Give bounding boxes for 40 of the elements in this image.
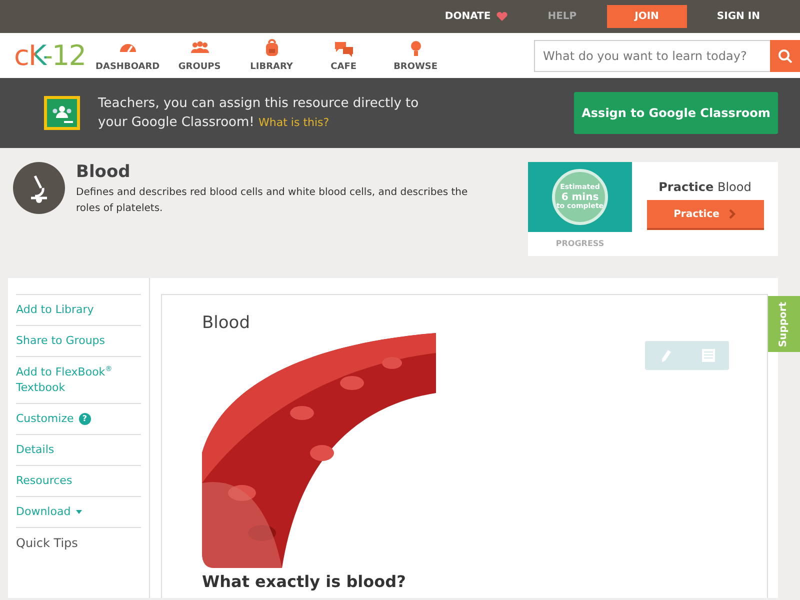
- classroom-icon: [44, 96, 80, 130]
- sidebar-heading: Quick Tips: [16, 535, 78, 552]
- sidebar-link[interactable]: Add to Library: [16, 302, 94, 318]
- assign-button[interactable]: Assign to Google Classroom: [574, 92, 778, 134]
- lesson-title: Blood: [202, 313, 251, 333]
- chevron-icon: [729, 209, 736, 219]
- sidebar-link[interactable]: Resources: [16, 473, 72, 490]
- practice-title: Practice Blood: [658, 180, 752, 194]
- section-heading: What exactly is blood?: [202, 572, 407, 591]
- join-button[interactable]: JOIN: [606, 5, 687, 28]
- caret-icon[interactable]: [76, 510, 82, 514]
- pencil-icon: [660, 349, 672, 362]
- search-button[interactable]: [770, 40, 800, 72]
- sidebar-link[interactable]: Download: [16, 504, 71, 520]
- support-tab[interactable]: Support: [768, 296, 800, 352]
- nav-item[interactable]: LIBRARY: [236, 39, 308, 72]
- banner-message: Teachers, you can assign this resource directly to your Google Classroom! What is this?: [98, 94, 420, 132]
- help-badge[interactable]: ?: [78, 413, 91, 426]
- top-link[interactable]: DONATE: [424, 5, 528, 28]
- practice-button[interactable]: Practice: [646, 200, 764, 230]
- what-is-this-link[interactable]: What is this?: [258, 116, 330, 129]
- concept-title: Blood: [76, 162, 132, 182]
- sidebar-link[interactable]: Add to FlexBook$^{®}$ Textbook: [16, 364, 141, 396]
- top-link[interactable]: HELP: [528, 5, 597, 28]
- nav-item[interactable]: CAFE: [308, 39, 380, 72]
- sidebar-link[interactable]: Customize: [16, 411, 74, 428]
- chat-bubbles-icon: [334, 39, 354, 57]
- concept-description: Defines and describes red blood cells and white blood cells, and describes the roles of platelets.: [76, 186, 469, 216]
- nav-item[interactable]: BROWSE: [380, 39, 452, 72]
- top-link[interactable]: SIGN IN: [696, 5, 780, 28]
- progress-label: PROGRESS: [554, 239, 606, 248]
- sidebar-link[interactable]: Share to Groups: [16, 332, 105, 349]
- notes-icon: [702, 349, 714, 362]
- nav-item[interactable]: GROUPS: [164, 39, 236, 72]
- microscope-icon: [13, 162, 65, 214]
- search-icon: [778, 48, 792, 62]
- heart-icon: [496, 11, 508, 22]
- sidebar-link[interactable]: Details: [16, 442, 54, 458]
- search-field[interactable]: What do you want to learn today?: [534, 40, 770, 72]
- nav-item[interactable]: DASHBOARD: [92, 39, 164, 72]
